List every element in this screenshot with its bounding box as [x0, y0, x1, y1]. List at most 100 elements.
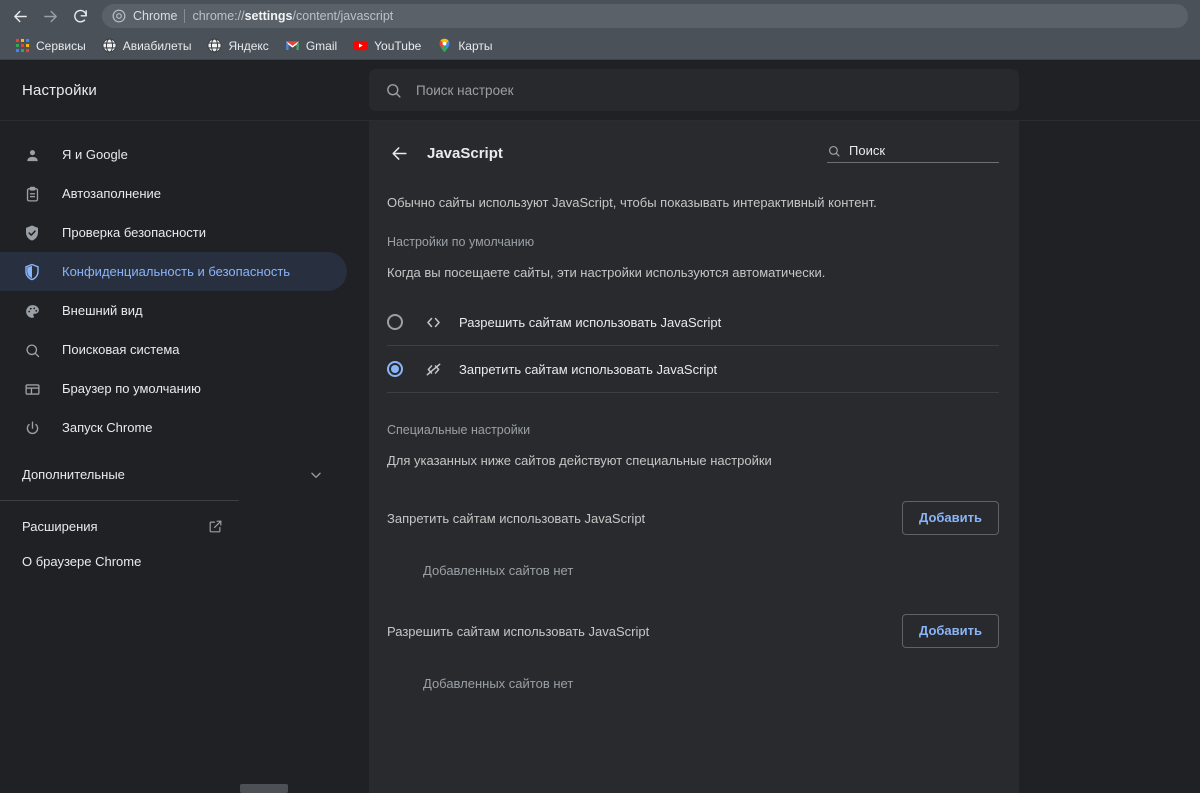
sidebar-item-appearance[interactable]: Внешний вид [0, 291, 347, 330]
sidebar-item-search-engine[interactable]: Поисковая система [0, 330, 347, 369]
sidebar-about-label: О браузере Chrome [22, 554, 142, 569]
settings-search-wrapper: Поиск настроек [369, 60, 1200, 120]
allowed-sites-empty-state: Добавленных сайтов нет [423, 676, 574, 691]
page-search-field[interactable]: Поиск [827, 143, 999, 163]
arrow-right-icon [43, 10, 57, 22]
globe-icon [102, 38, 117, 53]
sidebar-item-label: Автозаполнение [62, 186, 162, 201]
bookmark-label: Авиабилеты [122, 38, 192, 53]
reload-button[interactable] [66, 2, 94, 30]
forward-button[interactable] [36, 2, 64, 30]
add-allowed-site-button[interactable]: Добавить [902, 614, 999, 648]
shield-check-icon [22, 223, 42, 243]
search-icon [827, 144, 841, 158]
youtube-icon [353, 40, 368, 51]
sidebar-item-about-chrome[interactable]: О браузере Chrome [0, 544, 347, 579]
browser-toolbar: Chrome chrome://settings/content/javascr… [0, 0, 1200, 32]
sidebar-advanced-toggle[interactable]: Дополнительные [0, 457, 347, 492]
code-brackets-slash-icon [423, 359, 443, 379]
arrow-left-icon [391, 146, 407, 160]
javascript-settings-card: JavaScript Поиск Обычно сайты используют… [369, 121, 1019, 793]
sidebar-item-extensions[interactable]: Расширения [0, 509, 347, 544]
default-section-subtitle: Когда вы посещаете сайты, эти настройки … [387, 265, 826, 280]
bookmark-maps[interactable]: Карты [430, 35, 499, 57]
content-area: JavaScript Поиск Обычно сайты используют… [369, 121, 1200, 793]
custom-group-block: Разрешить сайтам использовать JavaScript… [387, 600, 999, 656]
bookmarks-bar: Сервисы Авиабилеты Яндекс Gmail YouTube … [0, 32, 1200, 60]
person-icon [22, 145, 42, 165]
settings-sidebar: Я и Google Автозаполнение Проверка безоп… [0, 121, 369, 793]
bookmark-services[interactable]: Сервисы [8, 35, 93, 57]
settings-topbar: Настройки Поиск настроек [0, 60, 1200, 121]
page-sub-header: JavaScript Поиск [369, 121, 1019, 185]
external-link-icon [208, 519, 223, 534]
radio-indicator-allow[interactable] [387, 314, 403, 330]
reload-icon [73, 9, 87, 22]
sidebar-item-safety-check[interactable]: Проверка безопасности [0, 213, 347, 252]
sidebar-advanced-label: Дополнительные [22, 467, 125, 482]
sidebar-item-autofill[interactable]: Автозаполнение [0, 174, 347, 213]
settings-search-box[interactable]: Поиск настроек [369, 69, 1019, 111]
scrollbar-track[interactable] [0, 781, 369, 793]
page-search-value: Поиск [849, 143, 886, 158]
bookmark-youtube[interactable]: YouTube [346, 35, 428, 57]
custom-group-block: Запретить сайтам использовать JavaScript… [387, 487, 999, 543]
clipboard-icon [22, 184, 42, 204]
bookmark-label: Яндекс [228, 38, 269, 53]
omnibox-url: chrome://settings/content/javascript [192, 9, 393, 23]
arrow-left-icon [13, 10, 27, 22]
add-blocked-site-button[interactable]: Добавить [902, 501, 999, 535]
page-back-button[interactable] [385, 139, 413, 167]
search-icon [387, 83, 401, 98]
sidebar-item-label: Проверка безопасности [62, 225, 207, 240]
sidebar-item-label: Конфиденциальность и безопасность [62, 264, 291, 279]
gmail-icon [286, 41, 299, 50]
page-title: JavaScript [427, 144, 503, 162]
default-section-label: Настройки по умолчанию [387, 235, 535, 249]
custom-section-label: Специальные настройки [387, 423, 531, 437]
sidebar-item-on-startup[interactable]: Запуск Chrome [0, 408, 347, 447]
radio-option-allow[interactable]: Разрешить сайтам использовать JavaScript [387, 299, 999, 346]
omnibox-separator [184, 9, 186, 23]
address-bar[interactable]: Chrome chrome://settings/content/javascr… [102, 4, 1188, 28]
back-button[interactable] [6, 2, 34, 30]
url-bold-segment: settings [244, 9, 293, 23]
omnibox-chip-label: Chrome [133, 9, 178, 23]
chevron-down-icon [309, 468, 323, 482]
bookmark-label: Карты [458, 38, 493, 53]
sidebar-item-privacy-and-security[interactable]: Конфиденциальность и безопасность [0, 252, 347, 291]
browser-window-icon [22, 379, 42, 399]
bookmark-avia[interactable]: Авиабилеты [95, 35, 199, 57]
radio-option-block[interactable]: Запретить сайтам использовать JavaScript [387, 346, 999, 393]
bookmark-gmail[interactable]: Gmail [278, 35, 344, 57]
bookmark-label: Сервисы [36, 38, 86, 53]
horizontal-scrollbar[interactable] [0, 781, 1200, 793]
settings-body: Я и Google Автозаполнение Проверка безоп… [0, 121, 1200, 793]
card-content: Обычно сайты используют JavaScript, чтоб… [369, 185, 1019, 713]
settings-search-placeholder: Поиск настроек [416, 82, 514, 98]
bookmark-label: YouTube [374, 38, 422, 53]
scrollbar-spacer [369, 781, 1200, 793]
sidebar-item-label: Внешний вид [62, 303, 143, 318]
sidebar-item-default-browser[interactable]: Браузер по умолчанию [0, 369, 347, 408]
code-brackets-icon [423, 312, 443, 332]
bookmark-yandex[interactable]: Яндекс [200, 35, 275, 57]
google-apps-grid-icon [15, 38, 30, 53]
bookmark-label: Gmail [305, 38, 338, 53]
radio-label-block: Запретить сайтам использовать JavaScript [459, 361, 718, 377]
sidebar-item-you-and-google[interactable]: Я и Google [0, 135, 347, 174]
palette-icon [22, 301, 42, 321]
power-icon [22, 418, 42, 438]
page-description: Обычно сайты используют JavaScript, чтоб… [387, 195, 877, 210]
custom-group-label: Запретить сайтам использовать JavaScript [387, 510, 646, 526]
search-icon [22, 340, 42, 360]
globe-icon [207, 38, 223, 53]
sidebar-divider [0, 500, 239, 501]
radio-indicator-block[interactable] [387, 361, 403, 377]
chrome-logo-icon [112, 9, 126, 23]
sidebar-item-label: Я и Google [62, 147, 128, 162]
settings-page: Настройки Поиск настроек Я и Google Авто… [0, 60, 1200, 793]
custom-group-label: Разрешить сайтам использовать JavaScript [387, 623, 650, 639]
scrollbar-thumb[interactable] [240, 784, 288, 793]
